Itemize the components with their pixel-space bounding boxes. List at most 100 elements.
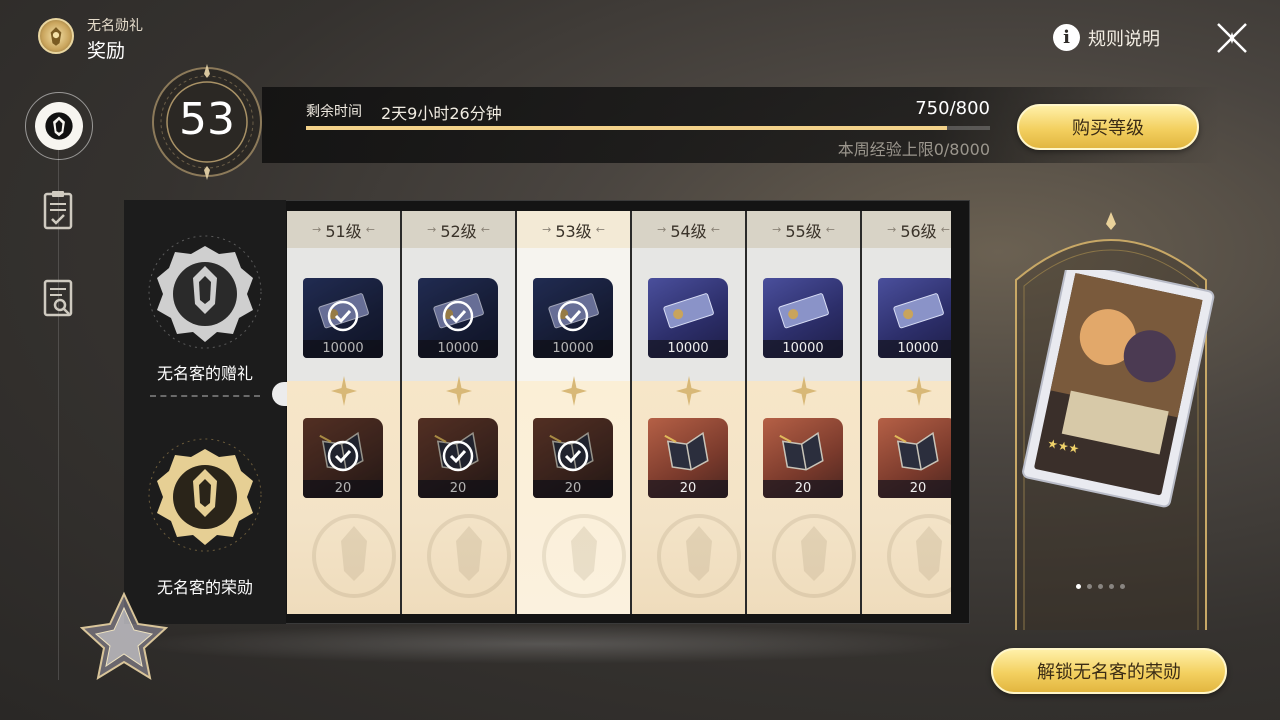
level-header: → 53级 ← bbox=[517, 211, 630, 248]
free-reward-item[interactable]: 10000 bbox=[648, 278, 728, 358]
checkmark-icon bbox=[442, 300, 474, 332]
free-reward-item[interactable]: 10000 bbox=[418, 278, 498, 358]
arrow-decor-icon: → bbox=[312, 223, 322, 236]
buy-level-button[interactable]: 购买等级 bbox=[1017, 104, 1199, 150]
star-divider-icon bbox=[446, 376, 472, 406]
arrow-decor-icon: → bbox=[427, 223, 437, 236]
document-search-icon bbox=[43, 279, 73, 317]
level-label: 55级 bbox=[785, 221, 822, 241]
close-icon[interactable] bbox=[1212, 18, 1252, 58]
exp-progress-fill bbox=[306, 126, 948, 130]
free-reward-item[interactable]: 10000 bbox=[763, 278, 843, 358]
free-track-seal-icon bbox=[148, 235, 262, 349]
arrow-decor-icon: ← bbox=[825, 223, 835, 236]
reward-column[interactable]: → 56级 ← 10000 20 bbox=[862, 211, 951, 614]
arrow-decor-icon: ← bbox=[595, 223, 605, 236]
checkmark-icon bbox=[327, 300, 359, 332]
checkmark-icon bbox=[557, 300, 589, 332]
level-label: 53级 bbox=[555, 221, 592, 241]
stamp-watermark-icon bbox=[772, 514, 856, 598]
checkmark-icon bbox=[327, 440, 359, 472]
premium-reward-item[interactable]: 20 bbox=[418, 418, 498, 498]
level-header: → 51级 ← bbox=[287, 211, 400, 248]
free-reward-item[interactable]: 10000 bbox=[878, 278, 951, 358]
free-track-name: 无名客的赠礼 bbox=[156, 364, 253, 383]
rail-tab-missions[interactable] bbox=[40, 188, 76, 232]
pager-dot[interactable] bbox=[1120, 584, 1125, 589]
reward-column[interactable]: → 51级 ← 10000 20 bbox=[287, 211, 400, 614]
premium-reward-item[interactable]: 20 bbox=[533, 418, 613, 498]
star-divider-icon bbox=[331, 376, 357, 406]
pager-dot[interactable] bbox=[1076, 584, 1081, 589]
track-separator bbox=[150, 395, 260, 397]
reward-quantity: 10000 bbox=[648, 340, 728, 358]
reward-column[interactable]: → 54级 ← 10000 20 bbox=[632, 211, 745, 614]
premium-track-seal-icon bbox=[148, 438, 262, 552]
clipboard-check-icon bbox=[43, 191, 73, 230]
arrow-decor-icon: ← bbox=[940, 223, 950, 236]
book-quill-icon bbox=[894, 431, 939, 471]
book-quill-icon bbox=[664, 431, 709, 471]
reward-quantity: 20 bbox=[533, 480, 613, 498]
checkmark-icon bbox=[442, 440, 474, 472]
arrow-decor-icon: → bbox=[887, 223, 897, 236]
stamp-watermark-icon bbox=[427, 514, 511, 598]
arrow-decor-icon: → bbox=[772, 223, 782, 236]
premium-reward-item[interactable]: 20 bbox=[648, 418, 728, 498]
arrow-decor-icon: → bbox=[657, 223, 667, 236]
pager-dot[interactable] bbox=[1098, 584, 1103, 589]
rail-tab-rewards[interactable] bbox=[25, 92, 93, 160]
reward-quantity: 10000 bbox=[303, 340, 383, 358]
premium-reward-item[interactable]: 20 bbox=[878, 418, 951, 498]
premium-reward-item[interactable]: 20 bbox=[763, 418, 843, 498]
star-divider-icon bbox=[561, 376, 587, 406]
level-label: 56级 bbox=[900, 221, 937, 241]
light-cone-card-image[interactable]: ★★★ bbox=[1012, 270, 1220, 510]
remaining-time-value: 2天9小时26分钟 bbox=[381, 104, 502, 123]
reward-column[interactable]: → 55级 ← 10000 20 bbox=[747, 211, 860, 614]
star-divider-icon bbox=[791, 376, 817, 406]
premium-reward-item[interactable]: 20 bbox=[303, 418, 383, 498]
reward-quantity: 10000 bbox=[418, 340, 498, 358]
honor-tab-icon bbox=[45, 112, 73, 140]
rules-button[interactable]: i 规则说明 bbox=[1053, 24, 1160, 51]
credit-ticket-icon bbox=[893, 293, 944, 329]
arrow-decor-icon: ← bbox=[710, 223, 720, 236]
reward-quantity: 20 bbox=[418, 480, 498, 498]
credit-ticket-icon bbox=[778, 293, 829, 329]
reward-quantity: 10000 bbox=[878, 340, 951, 358]
weekly-exp-limit: 本周经验上限0/8000 bbox=[837, 140, 990, 159]
star-divider-icon bbox=[906, 376, 932, 406]
remaining-time-label: 剩余时间 bbox=[306, 104, 362, 120]
free-reward-item[interactable]: 10000 bbox=[303, 278, 383, 358]
current-level: 53 bbox=[179, 94, 235, 145]
reward-column[interactable]: → 53级 ← 10000 20 bbox=[517, 211, 630, 614]
column-divider bbox=[745, 211, 747, 614]
rules-label: 规则说明 bbox=[1088, 28, 1160, 50]
reward-quantity: 10000 bbox=[763, 340, 843, 358]
exp-counter: 750/800 bbox=[915, 98, 990, 119]
info-icon: i bbox=[1053, 24, 1080, 51]
reward-columns[interactable]: → 51级 ← 10000 20 → 52级 ← 10000 20 → 53级 ← 10000 20 → 54级… bbox=[287, 211, 951, 614]
showcase-pager[interactable] bbox=[1076, 584, 1125, 589]
free-reward-item[interactable]: 10000 bbox=[533, 278, 613, 358]
level-label: 52级 bbox=[440, 221, 477, 241]
reward-column[interactable]: → 52级 ← 10000 20 bbox=[402, 211, 515, 614]
header-subtitle: 无名勋礼 bbox=[87, 18, 143, 34]
column-divider bbox=[860, 211, 862, 614]
level-label: 54级 bbox=[670, 221, 707, 241]
pager-dot[interactable] bbox=[1087, 584, 1092, 589]
column-divider bbox=[400, 211, 402, 614]
level-label: 51级 bbox=[325, 221, 362, 241]
level-header: → 54级 ← bbox=[632, 211, 745, 248]
column-divider bbox=[630, 211, 632, 614]
unlock-premium-button[interactable]: 解锁无名客的荣勋 bbox=[991, 648, 1227, 694]
floor-glow bbox=[124, 624, 970, 664]
level-header: → 55级 ← bbox=[747, 211, 860, 248]
arrow-decor-icon: ← bbox=[365, 223, 375, 236]
column-divider bbox=[515, 211, 517, 614]
stamp-watermark-icon bbox=[542, 514, 626, 598]
rail-tab-records[interactable] bbox=[40, 276, 76, 320]
star-divider-icon bbox=[676, 376, 702, 406]
pager-dot[interactable] bbox=[1109, 584, 1114, 589]
